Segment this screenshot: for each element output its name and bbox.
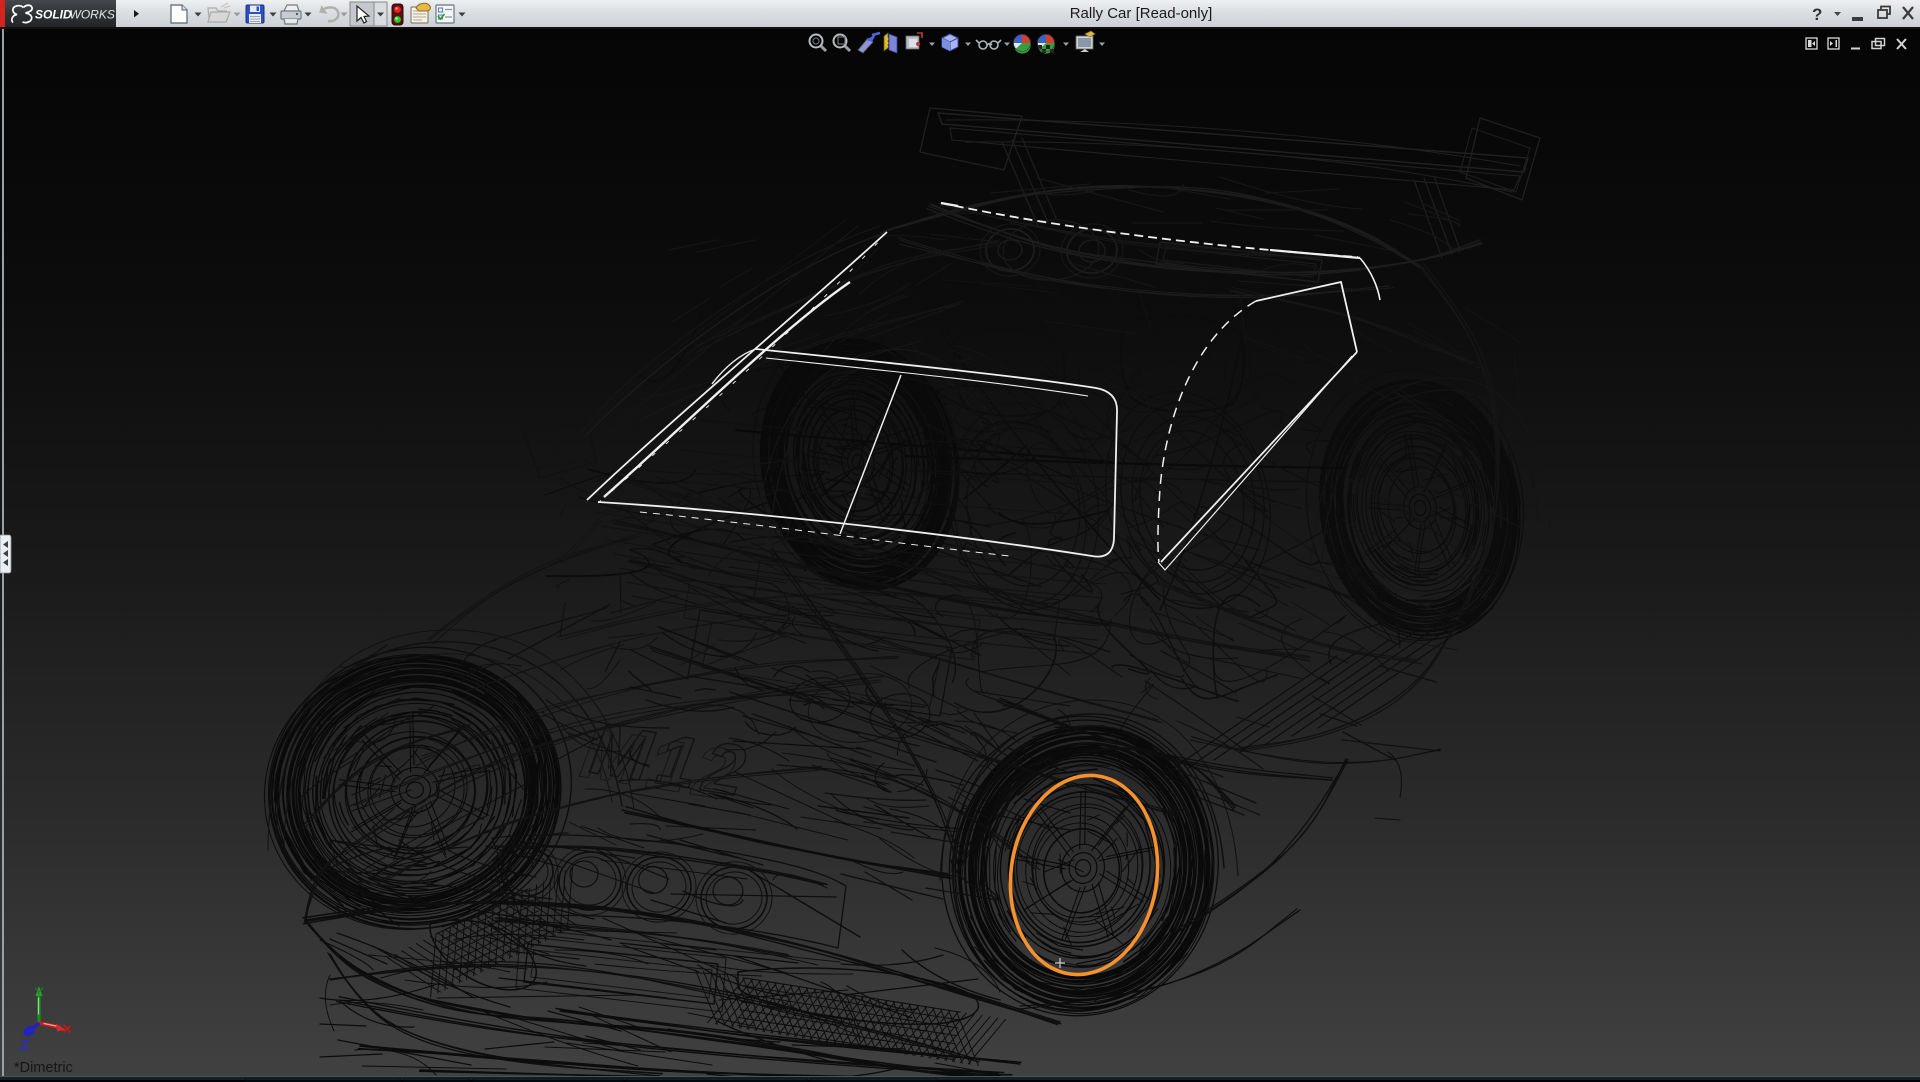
svg-text:*Dimetric: *Dimetric [14, 1060, 73, 1076]
svg-text:WORKS: WORKS [70, 8, 115, 22]
svg-text:SOLID: SOLID [35, 8, 72, 22]
